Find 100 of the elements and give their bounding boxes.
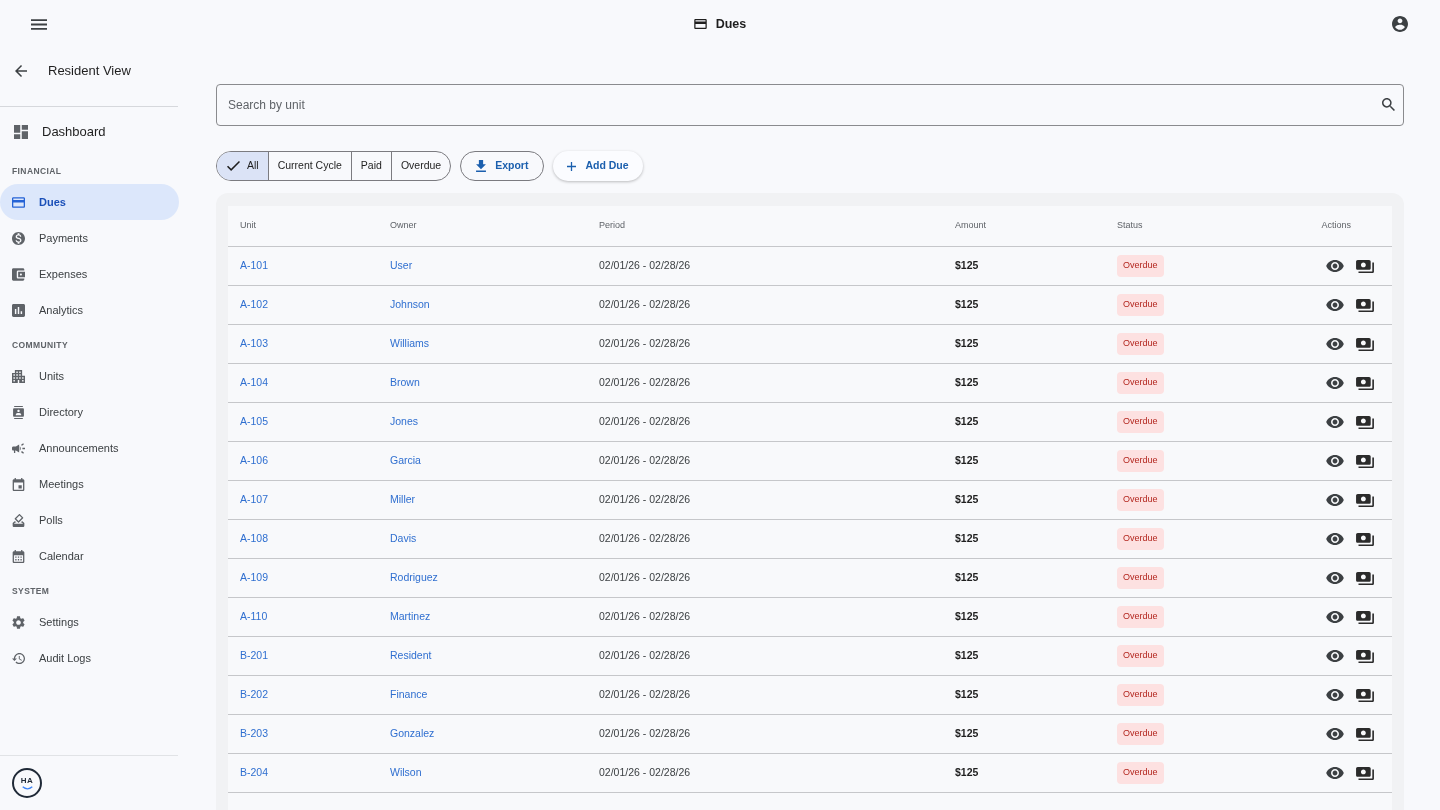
owner-link[interactable]: Rodriguez [390,570,438,586]
nav-item[interactable]: Payments [0,220,179,256]
view-eye-icon[interactable] [1326,533,1344,545]
period-cell: 02/01/26 - 02/28/26 [599,531,691,547]
period-cell: 02/01/26 - 02/28/26 [599,726,691,742]
unit-link[interactable]: B-204 [240,765,269,781]
payments-icon[interactable] [1356,649,1374,663]
column-header: Unit [240,219,256,233]
nav-item[interactable]: Dues [0,184,179,220]
unit-link[interactable]: B-201 [240,648,269,664]
dashboard-grid-icon [14,125,28,139]
nav-item[interactable]: Dashboard [0,114,179,150]
nav-item[interactable]: Audit Logs [0,640,179,676]
column-header: Actions [1321,219,1351,233]
view-eye-icon[interactable] [1326,611,1344,623]
unit-link[interactable]: A-107 [240,492,269,508]
unit-link[interactable]: A-106 [240,453,269,469]
filter-button[interactable]: Overdue [390,152,451,180]
unit-link[interactable]: A-103 [240,336,269,352]
owner-link[interactable]: User [390,258,413,274]
owner-link[interactable]: Jones [390,414,419,430]
column-header: Owner [390,219,417,233]
unit-link[interactable]: A-110 [240,609,268,625]
column-header: Period [599,219,625,233]
unit-link[interactable]: A-104 [240,375,269,391]
view-eye-icon[interactable] [1326,377,1344,389]
payments-icon[interactable] [1356,727,1374,741]
unit-link[interactable]: A-102 [240,297,269,313]
payments-icon[interactable] [1356,688,1374,702]
nav-item[interactable]: Calendar [0,538,179,574]
payments-icon[interactable] [1356,298,1374,312]
nav-item[interactable]: Meetings [0,466,179,502]
filter-button[interactable]: Paid [350,152,391,180]
payments-icon[interactable] [1356,259,1374,273]
add-button[interactable]: Add Due [553,151,643,181]
filter-button[interactable]: Current Cycle [267,152,351,180]
status-badge: Overdue [1117,762,1164,784]
unit-link[interactable]: B-202 [240,687,269,703]
unit-link[interactable]: A-101 [240,258,269,274]
nav-item[interactable]: Polls [0,502,179,538]
payments-icon[interactable] [1356,415,1374,429]
view-eye-icon[interactable] [1326,689,1344,701]
menu-icon[interactable] [31,18,47,30]
dollar-coin-icon [12,231,25,245]
view-eye-icon[interactable] [1326,455,1344,467]
owner-link[interactable]: Garcia [390,453,421,469]
owner-link[interactable]: Finance [390,687,428,703]
payments-icon[interactable] [1356,337,1374,351]
search-field[interactable]: Search by unit [216,84,1404,126]
payments-icon[interactable] [1356,376,1374,390]
nav-item[interactable]: Settings [0,604,179,640]
view-eye-icon[interactable] [1326,416,1344,428]
nav-item[interactable]: Analytics [0,292,179,328]
view-eye-icon[interactable] [1326,650,1344,662]
back-arrow-icon [15,65,27,77]
unit-link[interactable]: A-108 [240,531,269,547]
wallet-icon [12,267,25,281]
amount-cell: $125 [955,648,979,664]
nav-item[interactable]: Expenses [0,256,179,292]
owner-link[interactable]: Brown [390,375,420,391]
status-badge: Overdue [1117,606,1164,628]
nav-item[interactable]: Announcements [0,430,179,466]
owner-link[interactable]: Wilson [390,765,422,781]
amount-cell: $125 [955,687,979,703]
nav-item[interactable]: Directory [0,394,179,430]
account-icon[interactable] [1392,16,1408,32]
amount-cell: $125 [955,492,979,508]
credit-card-icon [12,195,25,209]
view-eye-icon[interactable] [1326,767,1344,779]
ballot-box-icon [12,513,25,527]
payments-icon[interactable] [1356,571,1374,585]
bar-chart-icon [12,303,25,317]
search-icon[interactable] [1382,98,1395,111]
unit-link[interactable]: A-109 [240,570,269,586]
owner-link[interactable]: Johnson [390,297,430,313]
owner-link[interactable]: Gonzalez [390,726,435,742]
owner-link[interactable]: Davis [390,531,417,547]
owner-link[interactable]: Martinez [390,609,431,625]
view-eye-icon[interactable] [1326,728,1344,740]
owner-link[interactable]: Williams [390,336,430,352]
owner-link[interactable]: Resident [390,648,432,664]
period-cell: 02/01/26 - 02/28/26 [599,414,691,430]
view-eye-icon[interactable] [1326,494,1344,506]
status-badge: Overdue [1117,645,1164,667]
filter-button[interactable]: All [217,152,268,180]
view-eye-icon[interactable] [1326,299,1344,311]
view-eye-icon[interactable] [1326,572,1344,584]
payments-icon[interactable] [1356,454,1374,468]
unit-link[interactable]: B-203 [240,726,269,742]
back-link[interactable]: Resident View [0,48,180,94]
unit-link[interactable]: A-105 [240,414,269,430]
owner-link[interactable]: Miller [390,492,416,508]
view-eye-icon[interactable] [1326,338,1344,350]
megaphone-icon [12,441,25,455]
payments-icon[interactable] [1356,532,1374,546]
payments-icon[interactable] [1356,610,1374,624]
nav-item[interactable]: Units [0,358,179,394]
view-eye-icon[interactable] [1326,260,1344,272]
payments-icon[interactable] [1356,493,1374,507]
payments-icon[interactable] [1356,766,1374,780]
